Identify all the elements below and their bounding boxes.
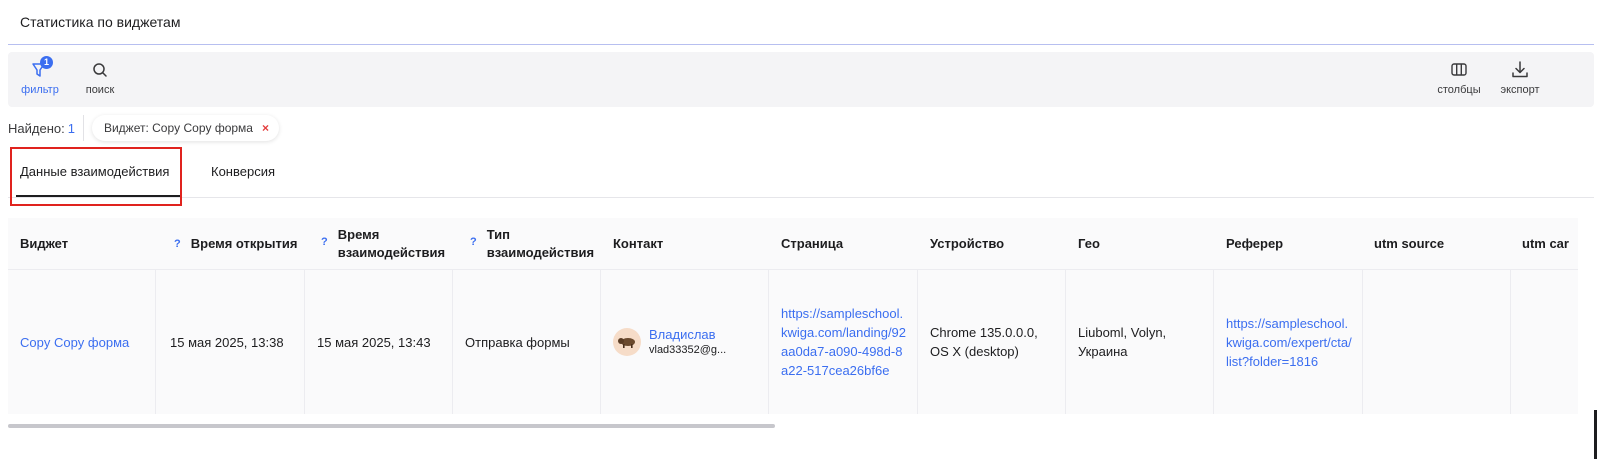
- cell-device: Chrome 135.0.0.0, OS X (desktop): [918, 270, 1066, 414]
- columns-label: столбцы: [1437, 84, 1481, 96]
- filter-button[interactable]: 1 фильтр: [10, 56, 70, 96]
- col-contact[interactable]: Контакт: [613, 218, 663, 270]
- col-geo[interactable]: Гео: [1078, 218, 1100, 270]
- tab-bar: Данные взаимодействия Конверсия: [8, 150, 1594, 198]
- tab-conversion[interactable]: Конверсия: [211, 164, 275, 179]
- results-summary: Найдено: 1 Виджет: Copy Copy форма ×: [8, 115, 279, 141]
- download-icon: [1510, 60, 1530, 80]
- col-widget[interactable]: Виджет: [20, 218, 68, 270]
- col-device[interactable]: Устройство: [930, 218, 1004, 270]
- export-button[interactable]: экспорт: [1490, 60, 1550, 96]
- avatar[interactable]: [613, 328, 641, 356]
- toolbar: 1 фильтр поиск столбцы экспорт: [8, 52, 1594, 107]
- table-row: Copy Copy форма 15 мая 2025, 13:38 15 ма…: [8, 270, 1578, 414]
- found-count: 1: [67, 120, 75, 136]
- cell-utm-source: [1363, 270, 1511, 414]
- page-title: Статистика по виджетам: [20, 14, 181, 30]
- col-utm-campaign[interactable]: utm car: [1522, 218, 1569, 270]
- funnel-icon: 1: [30, 56, 53, 80]
- interactions-table: Виджет ? Время открытия ? Время взаимодей…: [8, 218, 1578, 414]
- cell-interaction-time: 15 мая 2025, 13:43: [305, 270, 453, 414]
- search-icon: [90, 60, 110, 80]
- col-interaction-time[interactable]: ? Время взаимодействия: [321, 218, 445, 270]
- highlight-annotation: [10, 147, 182, 206]
- col-utm-source[interactable]: utm source: [1374, 218, 1444, 270]
- col-referer[interactable]: Реферер: [1226, 218, 1283, 270]
- remove-filter-icon[interactable]: ×: [262, 121, 269, 135]
- page-link[interactable]: https://sampleschool.kwiga.com/landing/9…: [769, 270, 918, 414]
- found-label: Найдено:: [8, 120, 65, 136]
- filter-label: фильтр: [21, 84, 59, 96]
- cell-utm-campaign: [1511, 270, 1578, 414]
- window-edge: [1594, 410, 1597, 459]
- widget-link[interactable]: Copy Copy форма: [8, 270, 156, 414]
- horizontal-scrollbar[interactable]: [8, 424, 775, 428]
- filter-chip-label: Виджет: Copy Copy форма: [103, 121, 253, 135]
- contact-email: vlad33352@g...: [649, 344, 727, 356]
- cell-contact: Владислав vlad33352@g...: [601, 270, 769, 414]
- table-header: Виджет ? Время открытия ? Время взаимодей…: [8, 218, 1578, 270]
- filter-chip[interactable]: Виджет: Copy Copy форма ×: [91, 115, 279, 141]
- search-label: поиск: [85, 84, 115, 96]
- cell-geo: Liuboml, Volyn, Украина: [1066, 270, 1214, 414]
- export-label: экспорт: [1500, 84, 1540, 96]
- summary-divider: [82, 115, 84, 141]
- col-open-time[interactable]: ? Время открытия: [174, 218, 297, 270]
- columns-button[interactable]: столбцы: [1429, 60, 1489, 96]
- filter-count-badge: 1: [40, 56, 53, 69]
- col-page[interactable]: Страница: [781, 218, 843, 270]
- title-divider: [8, 44, 1594, 45]
- referer-link[interactable]: https://sampleschool.kwiga.com/expert/ct…: [1214, 270, 1363, 414]
- search-button[interactable]: поиск: [70, 60, 130, 96]
- contact-name-link[interactable]: Владислав: [649, 326, 726, 343]
- help-icon[interactable]: ?: [470, 233, 477, 251]
- cell-interaction-type: Отправка формы: [453, 270, 601, 414]
- col-interaction-type[interactable]: ? Тип взаимодействия: [470, 218, 594, 270]
- cell-open-time: 15 мая 2025, 13:38: [156, 270, 305, 414]
- columns-icon: [1449, 60, 1469, 80]
- help-icon[interactable]: ?: [321, 233, 328, 251]
- help-icon[interactable]: ?: [174, 235, 181, 253]
